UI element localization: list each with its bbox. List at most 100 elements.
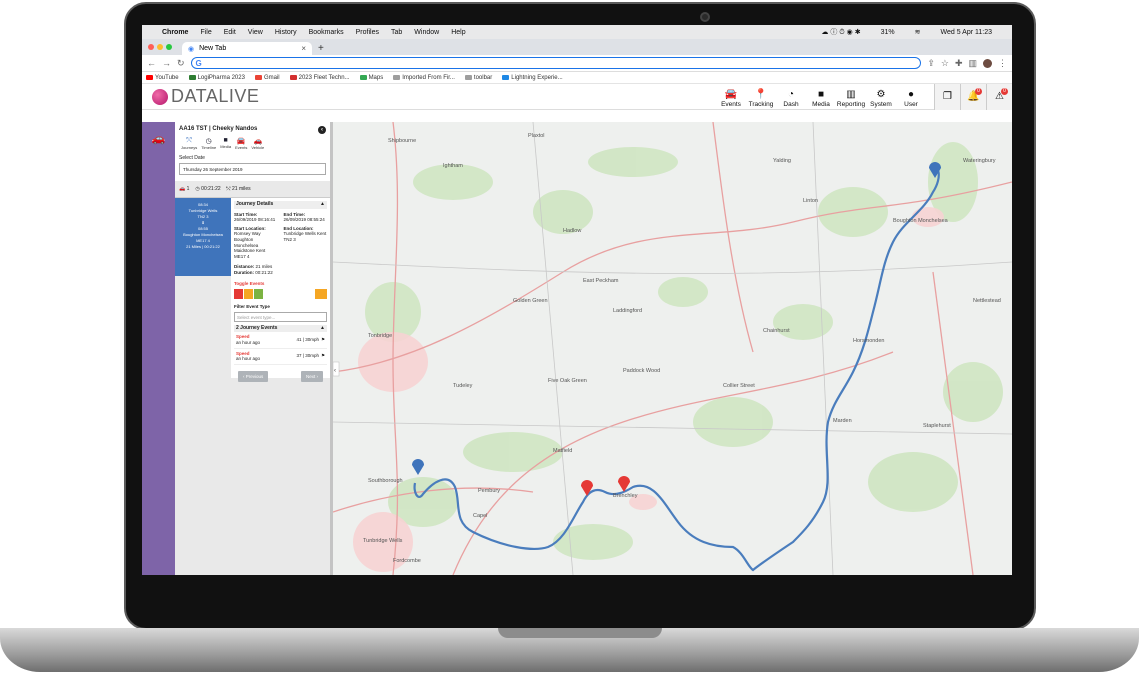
brand-logo[interactable]: DATALIVE xyxy=(142,86,259,107)
bookmark-fleet-tech[interactable]: 2023 Fleet Techn... xyxy=(289,75,350,81)
journey-details-header[interactable]: Journey Details ▲ xyxy=(234,201,327,209)
map-canvas[interactable]: Shipbourne Ightham Plaxtol Hadlow Tonbridge E… xyxy=(333,122,1012,575)
tab-events[interactable]: 🚘 Events xyxy=(235,137,247,150)
warnings-button[interactable]: ⚠ 0 xyxy=(986,83,1012,110)
extensions-icon[interactable]: ✚ xyxy=(955,58,963,69)
bookmark-imported[interactable]: Imported From Fir... xyxy=(393,75,455,81)
chart-icon: ▥ xyxy=(846,88,856,100)
nav-reporting[interactable]: ▥ Reporting xyxy=(836,89,866,110)
menu-edit[interactable]: Edit xyxy=(224,29,236,36)
reload-icon[interactable]: ↻ xyxy=(177,58,185,69)
journey-details-title: Journey Details xyxy=(236,201,274,207)
profile-avatar[interactable] xyxy=(983,58,992,68)
toggle-red[interactable] xyxy=(234,289,243,300)
nav-label: Reporting xyxy=(836,100,866,108)
close-tab-icon[interactable]: × xyxy=(301,44,306,53)
menu-app[interactable]: Chrome xyxy=(162,29,188,36)
menu-file[interactable]: File xyxy=(200,29,211,36)
windows-button[interactable]: ❐ xyxy=(934,83,960,110)
close-window-button[interactable] xyxy=(148,44,154,50)
date-input[interactable]: Thursday 26 September 2019 xyxy=(179,163,326,175)
tab-label: Vehicle xyxy=(251,145,265,150)
back-icon[interactable]: ← xyxy=(147,58,156,68)
tab-label: Media xyxy=(220,144,232,149)
minimize-window-button[interactable] xyxy=(157,44,163,50)
share-icon[interactable]: ⇪ xyxy=(927,58,935,69)
bookmark-maps[interactable]: Maps xyxy=(359,75,383,81)
tab-journeys[interactable]: ⤲ Journeys xyxy=(181,137,197,150)
address-bar[interactable]: G xyxy=(190,57,922,69)
bookmark-logipharma[interactable]: LogiPharma 2023 xyxy=(188,75,245,81)
brand-name: DATALIVE xyxy=(171,86,260,106)
toggle-green[interactable] xyxy=(254,289,263,300)
menu-window[interactable]: Window xyxy=(414,29,439,36)
map-place-label: Paddock Wood xyxy=(623,368,660,374)
maps-icon xyxy=(359,75,367,80)
flag-icon[interactable]: ⚑ xyxy=(321,353,325,359)
nav-media[interactable]: ■ Media xyxy=(806,89,836,110)
event-row[interactable]: Speed an hour ago 37 | 30mph ⚑ xyxy=(234,349,327,365)
bookmark-gmail[interactable]: Gmail xyxy=(254,74,280,81)
bookmark-toolbar[interactable]: toolbar xyxy=(464,75,492,81)
bookmark-youtube[interactable]: YouTube xyxy=(146,75,179,81)
nav-events[interactable]: 🚘 Events xyxy=(716,89,746,110)
datetime[interactable]: Wed 5 Apr 11:23 xyxy=(941,29,993,36)
toggle-amber[interactable] xyxy=(244,289,253,300)
start-time-value: 26/09/2019 08:16:41 xyxy=(234,217,276,223)
panel-header: AA16 TST | Cheeky Nandos ‹ xyxy=(175,122,330,134)
battery-percent[interactable]: 31% xyxy=(881,29,895,36)
tab-vehicle[interactable]: 🚗 Vehicle xyxy=(251,137,264,150)
collapse-panel-icon[interactable]: ‹ xyxy=(318,126,326,134)
bookmark-label: Lightning Experie... xyxy=(511,74,563,81)
new-tab-button[interactable]: + xyxy=(318,42,324,55)
toggle-all-button[interactable] xyxy=(315,289,327,300)
tab-timeline[interactable]: ◷ Timeline xyxy=(201,137,216,150)
map-place-label: East Peckham xyxy=(583,278,619,284)
journey-count-value: 1 xyxy=(186,186,190,192)
nav-system[interactable]: ⚙ System xyxy=(866,89,896,110)
menu-help[interactable]: Help xyxy=(451,29,465,36)
folder-icon xyxy=(393,75,401,80)
map-view[interactable]: Shipbourne Ightham Plaxtol Hadlow Tonbridge E… xyxy=(333,122,1012,575)
event-speed: 37 | 30mph xyxy=(296,353,319,359)
bookmark-lightning[interactable]: Lightning Experie... xyxy=(502,74,563,81)
browser-tab[interactable]: ◉ New Tab × xyxy=(182,42,312,55)
journey-events-header[interactable]: 2 Journey Events ▲ xyxy=(234,324,327,333)
more-menu-icon[interactable]: ⋮ xyxy=(998,58,1007,69)
user-icon: ● xyxy=(907,88,915,100)
nav-tracking[interactable]: 📍 Tracking xyxy=(746,89,776,110)
flag-icon[interactable]: ⚑ xyxy=(321,337,325,343)
next-button[interactable]: Next › xyxy=(300,370,323,383)
event-row[interactable]: Speed an hour ago 41 | 30mph ⚑ xyxy=(234,332,327,349)
journey-details: Journey Details ▲ Start Time: 26/09/2019 0… xyxy=(231,198,330,383)
menu-history[interactable]: History xyxy=(275,29,297,36)
nav-dash[interactable]: ◔ Dash xyxy=(776,89,806,110)
gauge-icon: ◔ xyxy=(787,88,795,100)
journey-count: 🚗 1 xyxy=(179,186,190,192)
nav-user[interactable]: ● User xyxy=(896,89,926,110)
maximize-window-button[interactable] xyxy=(166,44,172,50)
menu-bookmarks[interactable]: Bookmarks xyxy=(309,29,344,36)
menu-view[interactable]: View xyxy=(248,29,263,36)
journey-card[interactable]: 08:34 Tunbridge Wells TN2 3 ⬇ 08:55 Boug… xyxy=(175,198,231,276)
event-type-select[interactable]: Select event type... xyxy=(234,311,327,322)
chevron-up-icon: ▲ xyxy=(320,324,325,331)
bookmark-star-icon[interactable]: ☆ xyxy=(941,58,949,69)
wifi-icon[interactable]: ≋ xyxy=(915,28,921,36)
status-icons[interactable]: ☁ ⓘ ⏱ ◉ ✱ xyxy=(821,27,860,37)
vehicles-icon[interactable]: 🚗 xyxy=(152,132,166,575)
map-place-label: Marden xyxy=(833,418,852,424)
tab-label: Journeys xyxy=(181,145,198,150)
car-icon: 🚘 xyxy=(724,88,738,100)
forward-icon[interactable]: → xyxy=(162,58,171,68)
window-controls xyxy=(148,39,172,55)
previous-button[interactable]: ‹ Previous xyxy=(238,370,269,383)
notifications-button[interactable]: 🔔 0 xyxy=(960,83,986,110)
menu-profiles[interactable]: Profiles xyxy=(356,29,379,36)
tab-media[interactable]: ■ Media xyxy=(220,137,231,150)
alert-buttons: ❐ 🔔 0 ⚠ 0 xyxy=(934,83,1012,110)
bookmark-label: Gmail xyxy=(263,74,280,81)
tab-strip: ◉ New Tab × + xyxy=(142,39,1012,55)
sidebar-icon[interactable]: ▥ xyxy=(968,58,977,69)
menu-tab[interactable]: Tab xyxy=(391,29,402,36)
